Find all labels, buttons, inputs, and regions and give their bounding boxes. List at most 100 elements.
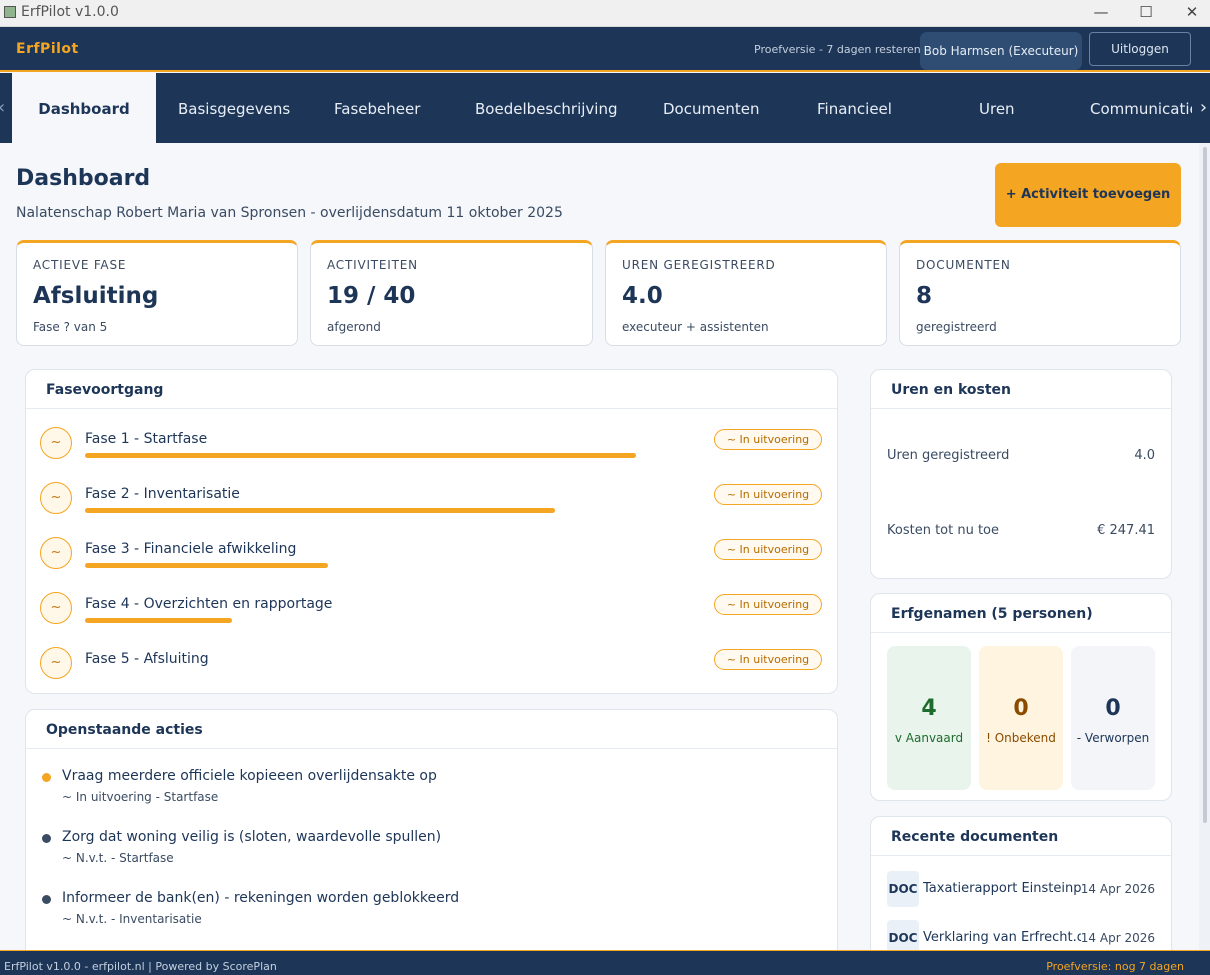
heirs-rejected-tile[interactable]: 0 - Verworpen <box>1071 646 1155 790</box>
status-footer: ErfPilot v1.0.0 - erfpilot.nl | Powered … <box>0 950 1210 975</box>
kpi-value: Afsluiting <box>33 283 159 309</box>
hours-costs-panel: Uren en kosten Uren geregistreerd 4.0 Ko… <box>870 369 1172 579</box>
hours-value: 4.0 <box>1134 448 1155 463</box>
maximize-icon[interactable]: ☐ <box>1135 2 1157 24</box>
kpi-caption: executeur + assistenten <box>622 320 769 334</box>
kpi-label: UREN GEREGISTREERD <box>622 258 776 272</box>
heirs-accepted-count: 4 <box>921 696 937 721</box>
action-item[interactable]: Vraag meerdere officiele kopieeen overli… <box>42 768 802 824</box>
tab-boedelbeschrijving[interactable]: Boedelbeschrijving <box>475 73 618 143</box>
recent-documents-panel: Recente documenten DOC Taxatierapport Ei… <box>870 816 1172 966</box>
scrollbar-thumb[interactable] <box>1203 147 1207 823</box>
add-activity-button[interactable]: + Activiteit toevoegen <box>995 163 1181 227</box>
panel-title: Openstaande acties <box>46 722 203 738</box>
tab-dashboard[interactable]: Dashboard <box>12 73 156 143</box>
phase-status-badge: ~ In uitvoering <box>714 649 822 670</box>
app-header: ErfPilot Proefversie - 7 dagen resterend… <box>0 27 1210 72</box>
phase-status-badge: ~ In uitvoering <box>714 484 822 505</box>
doc-file-icon: DOC <box>887 871 919 907</box>
panel-divider <box>871 855 1171 856</box>
app-icon <box>4 6 16 18</box>
phase-status-icon: ~ <box>40 647 72 679</box>
phase-status-badge: ~ In uitvoering <box>714 594 822 615</box>
panel-title: Fasevoortgang <box>46 382 164 398</box>
action-status-dot <box>42 773 51 782</box>
panel-divider <box>26 408 837 409</box>
phase-row[interactable]: ~ Fase 4 - Overzichten en rapportage ~ I… <box>40 592 822 642</box>
panel-title: Erfgenamen (5 personen) <box>891 606 1093 622</box>
heirs-rejected-label: - Verworpen <box>1076 731 1150 745</box>
footer-info: ErfPilot v1.0.0 - erfpilot.nl | Powered … <box>4 960 277 973</box>
window-titlebar: ErfPilot v1.0.0 — ☐ ✕ <box>0 0 1210 27</box>
phase-progress-bar <box>85 453 636 458</box>
hours-label: Uren geregistreerd <box>887 448 1010 463</box>
logout-button[interactable]: Uitloggen <box>1089 32 1191 66</box>
phase-progress-bar <box>85 618 232 623</box>
heirs-accepted-tile[interactable]: 4 v Aanvaard <box>887 646 971 790</box>
close-icon[interactable]: ✕ <box>1181 2 1203 24</box>
action-meta: ~ N.v.t. - Startfase <box>62 851 174 865</box>
panel-divider <box>26 748 837 749</box>
phase-row[interactable]: ~ Fase 2 - Inventarisatie ~ In uitvoerin… <box>40 482 822 532</box>
phase-status-badge: ~ In uitvoering <box>714 429 822 450</box>
user-menu[interactable]: Bob Harmsen (Executeur) <box>920 32 1082 70</box>
costs-row: Kosten tot nu toe € 247.41 <box>887 523 1155 538</box>
phase-row[interactable]: ~ Fase 3 - Financiele afwikkeling ~ In u… <box>40 537 822 587</box>
phase-progress-panel: Fasevoortgang ~ Fase 1 - Startfase ~ In … <box>25 369 838 694</box>
kpi-caption: Fase ? van 5 <box>33 320 108 334</box>
footer-trial: Proefversie: nog 7 dagen <box>1046 960 1184 973</box>
action-title: Zorg dat woning veilig is (sloten, waard… <box>62 829 442 845</box>
tab-scroll-right-icon[interactable]: › <box>1197 73 1210 143</box>
window-title: ErfPilot v1.0.0 <box>21 4 119 20</box>
panel-title: Recente documenten <box>891 829 1059 845</box>
phase-status-icon: ~ <box>40 592 72 624</box>
costs-value: € 247.41 <box>1097 523 1155 538</box>
phase-name: Fase 3 - Financiele afwikkeling <box>85 541 297 557</box>
kpi-value: 19 / 40 <box>327 283 416 309</box>
action-status-dot <box>42 895 51 904</box>
heirs-unknown-label: ! Onbekend <box>986 731 1056 745</box>
heirs-rejected-count: 0 <box>1105 696 1121 721</box>
kpi-card-activities: ACTIVITEITEN 19 / 40 afgerond <box>310 240 593 346</box>
hours-row: Uren geregistreerd 4.0 <box>887 448 1155 463</box>
tab-fasebeheer[interactable]: Fasebeheer <box>334 73 420 143</box>
scrollbar[interactable] <box>1199 143 1210 950</box>
brand-logo[interactable]: ErfPilot <box>16 41 79 57</box>
tab-uren[interactable]: Uren <box>979 73 1015 143</box>
document-date: 14 Apr 2026 <box>1080 931 1155 945</box>
tab-financieel[interactable]: Financieel <box>817 73 892 143</box>
kpi-card-active-phase: ACTIEVE FASE Afsluiting Fase ? van 5 <box>16 240 298 346</box>
open-actions-panel: Openstaande acties Vraag meerdere offici… <box>25 709 838 969</box>
action-meta: ~ N.v.t. - Inventarisatie <box>62 912 202 926</box>
action-status-dot <box>42 834 51 843</box>
phase-row[interactable]: ~ Fase 1 - Startfase ~ In uitvoering <box>40 427 822 477</box>
phase-name: Fase 4 - Overzichten en rapportage <box>85 596 333 612</box>
phase-status-icon: ~ <box>40 537 72 569</box>
costs-label: Kosten tot nu toe <box>887 523 1000 538</box>
kpi-value: 8 <box>916 283 933 309</box>
kpi-card-documents: DOCUMENTEN 8 geregistreerd <box>899 240 1181 346</box>
minimize-icon[interactable]: — <box>1090 2 1112 24</box>
tab-communicatie[interactable]: Communicatie <box>1090 73 1192 143</box>
document-item[interactable]: DOC Taxatierapport Einsteinplaats 14 Apr… <box>887 871 1157 907</box>
phase-status-icon: ~ <box>40 482 72 514</box>
action-title: Informeer de bank(en) - rekeningen worde… <box>62 890 460 906</box>
action-item[interactable]: Informeer de bank(en) - rekeningen worde… <box>42 890 802 946</box>
phase-name: Fase 5 - Afsluiting <box>85 651 209 667</box>
tab-scroll-left-icon[interactable]: ‹ <box>0 73 5 143</box>
phase-name: Fase 1 - Startfase <box>85 431 208 447</box>
phase-row[interactable]: ~ Fase 5 - Afsluiting ~ In uitvoering <box>40 647 822 697</box>
heirs-unknown-tile[interactable]: 0 ! Onbekend <box>979 646 1063 790</box>
action-item[interactable]: Zorg dat woning veilig is (sloten, waard… <box>42 829 802 885</box>
tab-basisgegevens[interactable]: Basisgegevens <box>178 73 290 143</box>
heirs-unknown-count: 0 <box>1013 696 1029 721</box>
kpi-label: ACTIVITEITEN <box>327 258 418 272</box>
heirs-accepted-label: v Aanvaard <box>894 731 964 745</box>
panel-title: Uren en kosten <box>891 382 1011 398</box>
document-date: 14 Apr 2026 <box>1080 882 1155 896</box>
tab-documenten[interactable]: Documenten <box>663 73 759 143</box>
kpi-card-hours: UREN GEREGISTREERD 4.0 executeur + assis… <box>605 240 887 346</box>
main-tabs: ‹ Dashboard Basisgegevens Fasebeheer Boe… <box>0 73 1210 143</box>
page-subtitle: Nalatenschap Robert Maria van Spronsen -… <box>16 205 563 221</box>
panel-divider <box>871 632 1171 633</box>
